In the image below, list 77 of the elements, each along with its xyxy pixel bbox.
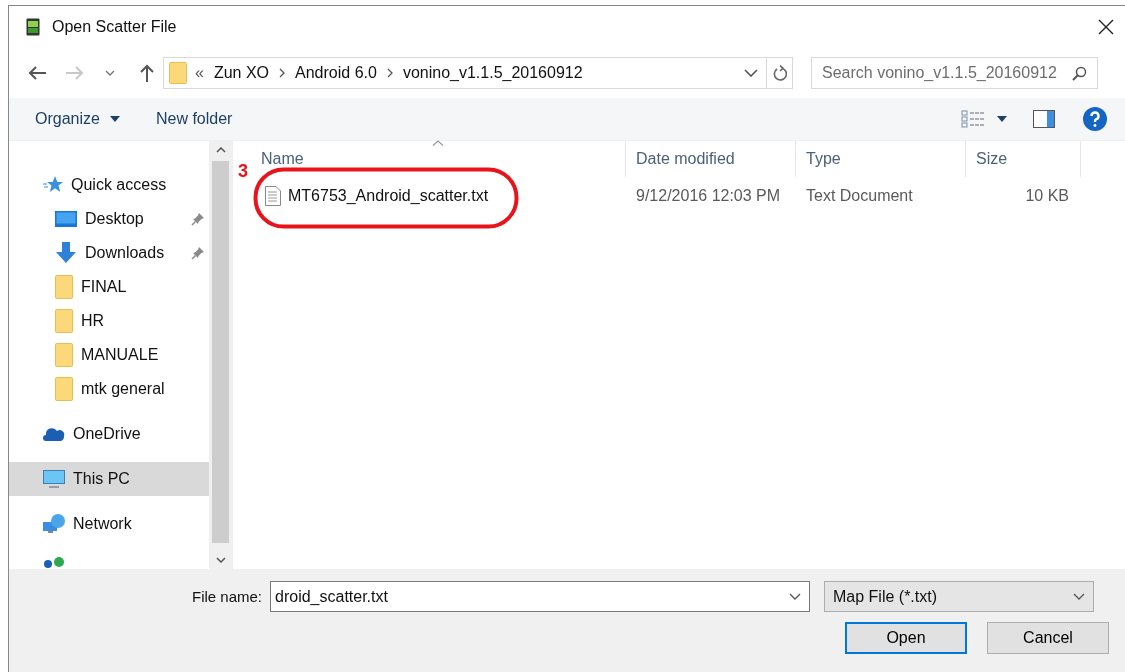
folder-icon [169, 62, 187, 84]
address-bar[interactable]: « Zun XO Android 6.0 vonino_v1.1.5_20160912 [163, 57, 767, 89]
star-icon [43, 176, 63, 194]
desktop-icon [55, 211, 77, 227]
sidebar-label: OneDrive [73, 425, 141, 443]
file-name-label: File name: [190, 588, 263, 605]
sidebar-item[interactable]: Downloads [9, 236, 209, 270]
breadcrumb[interactable]: Zun XO [213, 64, 270, 82]
chevron-down-icon[interactable] [744, 69, 758, 77]
column-header[interactable]: Type [796, 141, 966, 177]
sidebar-label: HR [81, 312, 105, 330]
network-icon [43, 514, 65, 534]
scroll-up-icon[interactable] [215, 147, 226, 153]
sidebar-label: MANUALE [81, 346, 159, 364]
sidebar-label: Network [73, 515, 132, 533]
cloud-icon [43, 427, 65, 441]
app-icon [26, 18, 40, 36]
caret-icon[interactable] [997, 116, 1007, 122]
search-field[interactable]: Search vonino_v1.1.5_20160912 [811, 57, 1098, 89]
chevron-down-icon[interactable] [789, 593, 801, 600]
sidebar-label: FINAL [81, 278, 127, 296]
folder-icon [55, 377, 73, 401]
monitor-icon [43, 470, 65, 488]
sidebar-label: This PC [73, 470, 130, 488]
chevron-down-icon [1073, 593, 1085, 600]
table-cell-text: 9/12/2016 12:03 PM [635, 187, 782, 205]
breadcrumb[interactable]: vonino_v1.1.5_20160912 [402, 64, 583, 82]
file-row[interactable]: MT6753_Android_scatter.txt 9/12/2016 12:03 PM Text Document 10 KB [251, 181, 1125, 211]
organize-button[interactable]: Organize [27, 106, 108, 132]
scroll-down-icon[interactable] [215, 557, 226, 563]
scrollbar-thumb[interactable] [212, 161, 229, 543]
cancel-button[interactable]: Cancel [987, 622, 1109, 654]
column-header[interactable]: Size [966, 141, 1081, 177]
scrollbar[interactable] [209, 141, 232, 569]
table-cell-text: Text Document [805, 187, 914, 205]
sidebar-item[interactable]: OneDrive [9, 417, 209, 451]
search-icon [1072, 65, 1087, 81]
column-header[interactable]: Name [251, 141, 626, 177]
sidebar-item[interactable]: HR [9, 304, 209, 338]
refresh-button[interactable] [767, 57, 793, 89]
refresh-icon [772, 65, 787, 81]
back-arrow-icon[interactable] [27, 65, 47, 81]
sidebar-item[interactable]: This PC [9, 462, 209, 496]
chevron-right-icon[interactable] [386, 68, 393, 78]
table-cell-text: 10 KB [1024, 187, 1070, 205]
annotation-number: 3 [238, 161, 248, 182]
breadcrumb[interactable]: Android 6.0 [295, 64, 377, 82]
file-type-dropdown[interactable]: Map File (*.txt) [824, 581, 1094, 612]
sidebar-item[interactable]: FINAL [9, 270, 209, 304]
new-folder-button[interactable]: New folder [147, 106, 241, 132]
open-button[interactable]: Open [845, 622, 967, 654]
sidebar-item[interactable]: Network [9, 507, 209, 541]
text-file-icon [265, 186, 281, 206]
sidebar-label: Downloads [85, 244, 165, 262]
folder-icon [55, 343, 73, 367]
caret-icon [109, 116, 120, 122]
file-name: MT6753_Android_scatter.txt [288, 187, 489, 205]
close-icon[interactable] [1098, 19, 1114, 35]
sidebar-item[interactable]: Desktop [9, 202, 209, 236]
sidebar-item[interactable]: mtk general [9, 372, 209, 406]
sidebar-label: Desktop [85, 210, 144, 228]
overflow-chevron[interactable]: « [195, 64, 204, 82]
folder-icon [55, 275, 73, 299]
window-title: Open Scatter File [52, 18, 178, 36]
download-arrow-icon [55, 242, 77, 264]
column-header[interactable]: Date modified [626, 141, 796, 177]
sidebar-label: mtk general [81, 380, 165, 398]
sidebar-item[interactable]: Quick access [9, 168, 209, 202]
sidebar-label: Quick access [71, 176, 167, 194]
chevron-down-icon[interactable] [105, 70, 115, 76]
chevron-right-icon[interactable] [279, 68, 286, 78]
sidebar-item[interactable]: MANUALE [9, 338, 209, 372]
up-arrow-icon[interactable] [139, 63, 155, 83]
folder-icon [55, 309, 73, 333]
help-icon[interactable] [1083, 107, 1107, 131]
file-name-field[interactable]: droid_scatter.txt [270, 581, 810, 612]
preview-pane-icon[interactable] [1033, 110, 1055, 128]
